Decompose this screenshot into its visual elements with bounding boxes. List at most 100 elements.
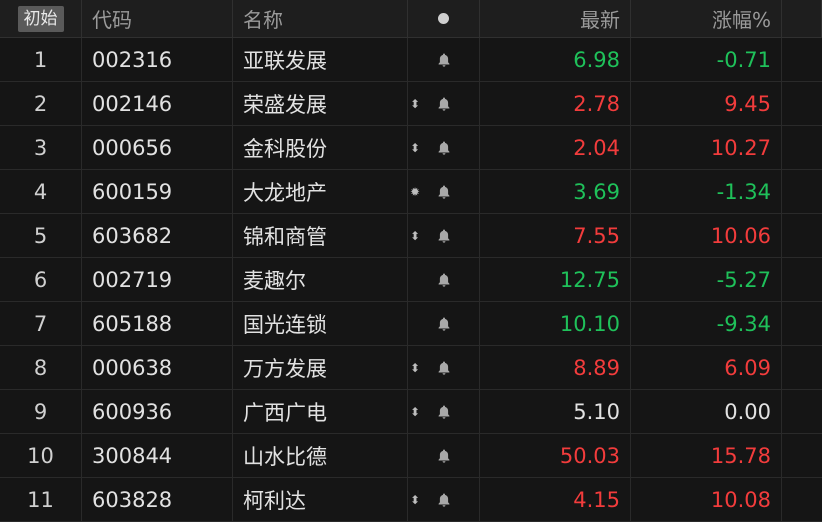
row-index: 2 [0,82,82,125]
row-index: 11 [0,478,82,521]
latest-price: 5.10 [480,390,631,433]
row-index: 9 [0,390,82,433]
stock-table: 初始 代码 名称 最新 涨幅% 1 002316 亚联发展 6.98 -0.71 2 002… [0,0,822,522]
bell-icon[interactable] [436,52,452,68]
change-percent: 10.08 [631,478,782,521]
row-filler [782,390,822,433]
row-index: 8 [0,346,82,389]
initial-button[interactable]: 初始 [17,5,64,32]
stock-code: 600159 [82,170,233,213]
stock-code: 605188 [82,302,233,345]
bell-icon[interactable] [436,492,452,508]
latest-price: 12.75 [480,258,631,301]
stock-name: 荣盛发展 ⬍ [233,82,420,125]
alert-cell[interactable] [408,302,480,345]
header-dot-column[interactable] [408,0,480,37]
change-percent: -9.34 [631,302,782,345]
stock-name: 大龙地产 ✹ [233,170,420,213]
table-row[interactable]: 2 002146 荣盛发展 ⬍ 2.78 9.45 [0,82,822,126]
header-name[interactable]: 名称 [233,0,408,37]
header-initial-cell: 初始 [0,0,82,37]
table-row[interactable]: 7 605188 国光连锁 10.10 -9.34 [0,302,822,346]
stock-code: 002719 [82,258,233,301]
row-filler [782,434,822,477]
table-row[interactable]: 6 002719 麦趣尔 12.75 -5.27 [0,258,822,302]
alert-cell[interactable] [408,478,480,521]
bell-icon[interactable] [436,448,452,464]
change-percent: 6.09 [631,346,782,389]
stock-code: 000638 [82,346,233,389]
change-percent: 9.45 [631,82,782,125]
row-index: 4 [0,170,82,213]
bell-icon[interactable] [436,96,452,112]
stock-name: 山水比德 [233,434,408,477]
alert-cell[interactable] [408,258,480,301]
table-row[interactable]: 1 002316 亚联发展 6.98 -0.71 [0,38,822,82]
table-row[interactable]: 5 603682 锦和商管 ⬍ 7.55 10.06 [0,214,822,258]
stock-name: 国光连锁 [233,302,408,345]
stock-code: 300844 [82,434,233,477]
stock-name: 锦和商管 ⬍ [233,214,420,257]
alert-cell[interactable] [408,434,480,477]
alert-cell[interactable] [408,390,480,433]
row-filler [782,170,822,213]
bell-icon[interactable] [436,404,452,420]
table-row[interactable]: 11 603828 柯利达 ⬍ 4.15 10.08 [0,478,822,522]
row-filler [782,346,822,389]
change-percent: 10.27 [631,126,782,169]
stock-code: 603828 [82,478,233,521]
change-percent: 0.00 [631,390,782,433]
row-index: 10 [0,434,82,477]
bell-icon[interactable] [436,360,452,376]
latest-price: 10.10 [480,302,631,345]
stock-code: 002146 [82,82,233,125]
row-filler [782,258,822,301]
bell-icon[interactable] [436,316,452,332]
header-code[interactable]: 代码 [82,0,233,37]
alert-cell[interactable] [408,346,480,389]
table-header: 初始 代码 名称 最新 涨幅% [0,0,822,38]
header-latest[interactable]: 最新 [480,0,631,37]
table-row[interactable]: 8 000638 万方发展 ⬍ 8.89 6.09 [0,346,822,390]
dot-icon [438,13,449,24]
latest-price: 2.04 [480,126,631,169]
stock-name: 麦趣尔 [233,258,408,301]
latest-price: 7.55 [480,214,631,257]
latest-price: 2.78 [480,82,631,125]
bell-icon[interactable] [436,272,452,288]
bell-icon[interactable] [436,140,452,156]
header-change[interactable]: 涨幅% [631,0,782,37]
change-percent: -0.71 [631,38,782,81]
row-index: 3 [0,126,82,169]
row-filler [782,302,822,345]
row-filler [782,82,822,125]
stock-name: 广西广电 ⬍ [233,390,420,433]
change-percent: 15.78 [631,434,782,477]
table-body: 1 002316 亚联发展 6.98 -0.71 2 002146 荣盛发展 ⬍ 2.78 9.45… [0,38,822,522]
row-index: 6 [0,258,82,301]
bell-icon[interactable] [436,228,452,244]
table-row[interactable]: 10 300844 山水比德 50.03 15.78 [0,434,822,478]
stock-name: 金科股份 ⬍ [233,126,420,169]
table-row[interactable]: 3 000656 金科股份 ⬍ 2.04 10.27 [0,126,822,170]
alert-cell[interactable] [408,38,480,81]
alert-cell[interactable] [408,82,480,125]
stock-code: 600936 [82,390,233,433]
row-filler [782,38,822,81]
stock-code: 002316 [82,38,233,81]
table-row[interactable]: 9 600936 广西广电 ⬍ 5.10 0.00 [0,390,822,434]
table-row[interactable]: 4 600159 大龙地产 ✹ 3.69 -1.34 [0,170,822,214]
change-percent: -1.34 [631,170,782,213]
latest-price: 8.89 [480,346,631,389]
stock-name: 万方发展 ⬍ [233,346,420,389]
stock-code: 603682 [82,214,233,257]
latest-price: 3.69 [480,170,631,213]
alert-cell[interactable] [408,214,480,257]
header-filler [782,0,822,37]
alert-cell[interactable] [408,126,480,169]
stock-code: 000656 [82,126,233,169]
row-index: 7 [0,302,82,345]
row-filler [782,126,822,169]
alert-cell[interactable] [408,170,480,213]
bell-icon[interactable] [436,184,452,200]
